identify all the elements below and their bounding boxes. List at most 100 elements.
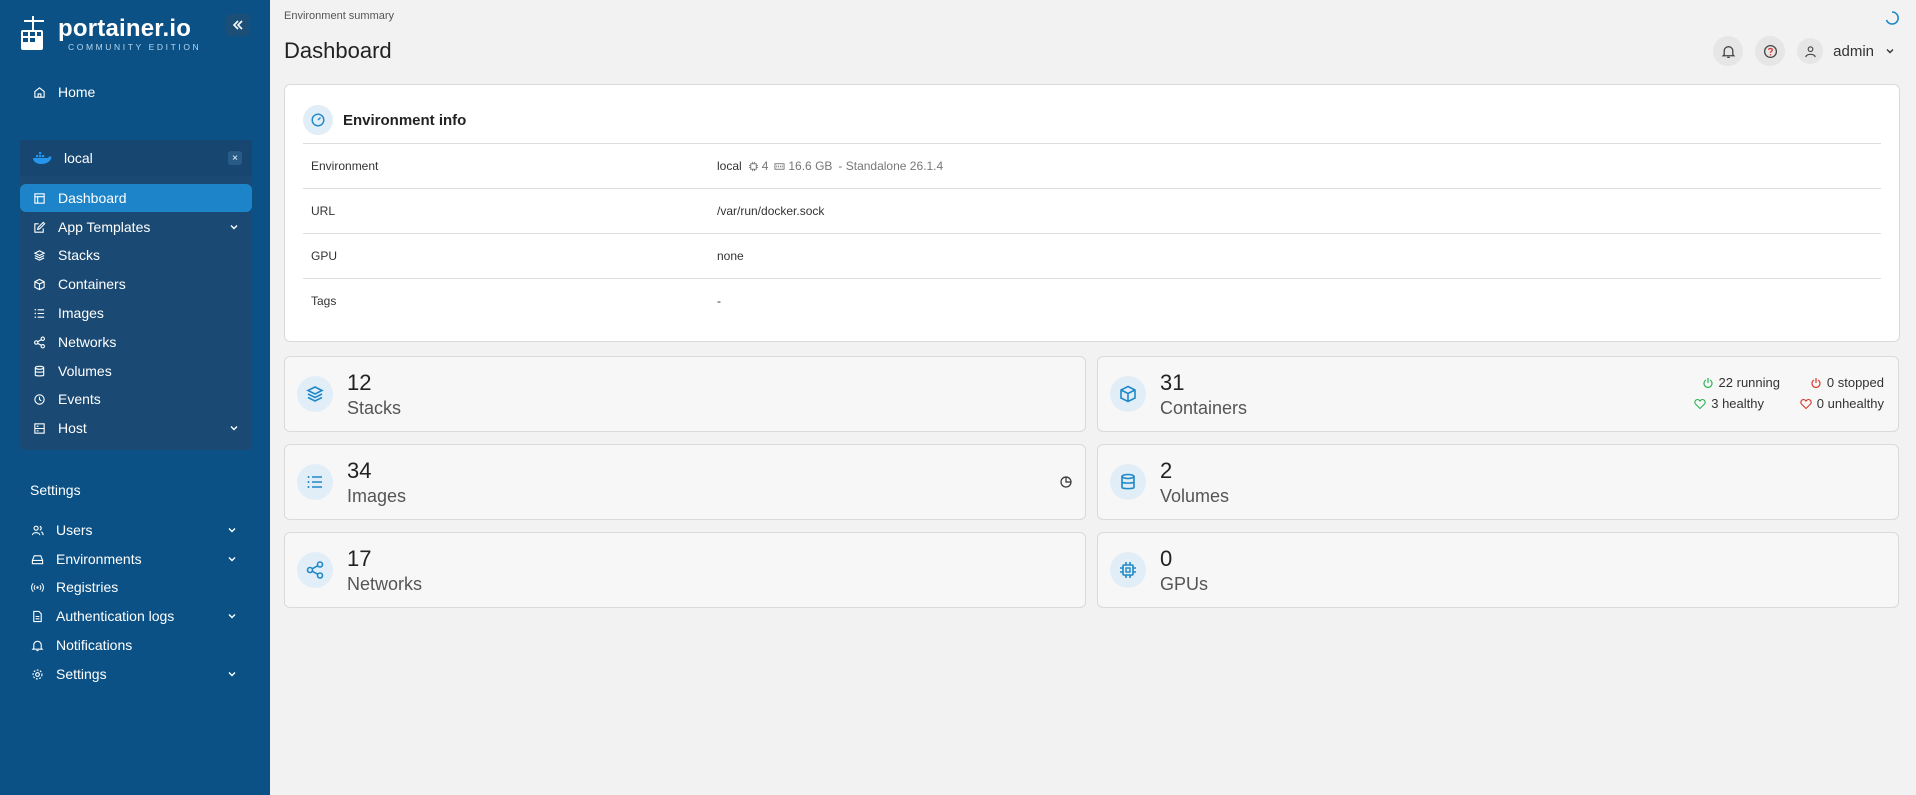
settings-section-title: Settings <box>30 482 81 498</box>
sidebar-item-label: Dashboard <box>58 190 127 206</box>
sidebar-item-label: Events <box>58 391 101 407</box>
sidebar-item-host[interactable]: Host <box>20 414 252 442</box>
double-chevron-left-icon <box>232 20 243 30</box>
logo-subtitle: COMMUNITY EDITION <box>68 41 202 52</box>
sidebar-item-label: Authentication logs <box>56 608 175 624</box>
sidebar-item-environments[interactable]: Environments <box>18 545 250 573</box>
share-icon <box>32 335 46 349</box>
volumes-card[interactable]: 2 Volumes <box>1097 444 1899 520</box>
sidebar-item-label: Stacks <box>58 247 101 263</box>
info-value: /var/run/docker.sock <box>717 204 825 218</box>
sidebar: portainer.io COMMUNITY EDITION Home loca… <box>0 0 270 795</box>
sidebar-item-stacks[interactable]: Stacks <box>20 241 252 269</box>
networks-card[interactable]: 17 Networks <box>284 532 1086 608</box>
portainer-logo[interactable]: portainer.io COMMUNITY EDITION <box>18 14 201 54</box>
database-icon <box>32 364 46 378</box>
username: admin <box>1833 42 1874 60</box>
sidebar-item-volumes[interactable]: Volumes <box>20 357 252 385</box>
memory-info: 16.6 GB <box>774 159 832 173</box>
images-label: Images <box>347 486 407 506</box>
layers-icon <box>32 248 46 262</box>
volumes-count: 2 <box>1160 458 1173 483</box>
gpus-card: 0 GPUs <box>1097 532 1899 608</box>
user-menu[interactable]: admin <box>1797 38 1896 64</box>
pie-chart-icon[interactable] <box>1059 475 1073 489</box>
edit-icon <box>32 220 46 234</box>
sidebar-item-label: Volumes <box>58 363 112 379</box>
sidebar-item-notifications[interactable]: Notifications <box>18 631 250 659</box>
info-value: local 4 16.6 GB - Standalone 26.1.4 <box>717 159 943 173</box>
environment-info-card: Environment info Environment local 4 16.… <box>284 84 1900 342</box>
environment-header: local × <box>20 140 252 176</box>
images-card[interactable]: 34 Images <box>284 444 1086 520</box>
sidebar-item-users[interactable]: Users <box>18 516 250 544</box>
sidebar-item-images[interactable]: Images <box>20 299 252 327</box>
share-icon <box>297 552 333 588</box>
info-row-gpu: GPU none <box>303 233 1881 278</box>
clock-icon <box>32 392 46 406</box>
help-button[interactable] <box>1755 36 1786 66</box>
environment-value: local <box>717 159 742 173</box>
header-actions: admin <box>1701 36 1896 66</box>
stopped-status: 0 stopped <box>1810 375 1884 390</box>
unhealthy-status: 0 unhealthy <box>1800 396 1884 411</box>
gear-icon <box>30 667 44 681</box>
memory-icon <box>774 162 785 170</box>
sidebar-item-label: Images <box>58 305 104 321</box>
containers-label: Containers <box>1160 398 1248 418</box>
chevron-down-icon <box>230 426 238 431</box>
containers-card[interactable]: 31 Containers 22 running 0 stopped 3 hea… <box>1097 356 1899 432</box>
database-icon <box>1110 464 1146 500</box>
close-environment-button[interactable]: × <box>228 151 242 165</box>
containers-count: 31 <box>1160 370 1185 395</box>
stacks-count: 12 <box>347 370 372 395</box>
running-status: 22 running <box>1702 375 1780 390</box>
sidebar-item-networks[interactable]: Networks <box>20 328 252 356</box>
power-icon <box>1702 377 1713 388</box>
layers-icon <box>297 376 333 412</box>
info-row-environment: Environment local 4 16.6 GB - Standalone… <box>303 143 1881 188</box>
sidebar-item-authentication-logs[interactable]: Authentication logs <box>18 602 250 630</box>
chevron-down-icon <box>228 672 236 677</box>
info-row-url: URL /var/run/docker.sock <box>303 188 1881 233</box>
sidebar-item-label: Notifications <box>56 637 133 653</box>
info-row-tags: Tags - <box>303 278 1881 323</box>
info-label: Environment <box>311 159 379 173</box>
sidebar-item-home[interactable]: Home <box>20 78 252 106</box>
page-title: Dashboard <box>284 38 392 63</box>
cpu-icon <box>1110 552 1146 588</box>
logo-title: portainer.io <box>58 14 192 42</box>
sidebar-item-label: Host <box>58 420 87 436</box>
sidebar-item-containers[interactable]: Containers <box>20 270 252 298</box>
hdd-icon <box>30 552 44 566</box>
environment-info-header: Environment info <box>303 105 466 135</box>
sidebar-item-events[interactable]: Events <box>20 385 252 413</box>
sidebar-item-dashboard[interactable]: Dashboard <box>20 184 252 212</box>
sidebar-item-app-templates[interactable]: App Templates <box>20 213 252 241</box>
heart-icon <box>1800 398 1812 409</box>
heart-icon <box>1694 398 1706 409</box>
chevron-down-icon <box>228 528 236 533</box>
power-icon <box>1811 377 1821 388</box>
cpu-icon <box>748 161 758 171</box>
server-icon <box>32 421 46 435</box>
chevron-down-icon <box>228 614 236 619</box>
box-icon <box>1110 376 1146 412</box>
bell-icon <box>30 638 44 652</box>
networks-count: 17 <box>347 546 372 571</box>
notifications-button[interactable] <box>1713 36 1744 66</box>
user-icon <box>1797 38 1824 64</box>
gpus-count: 0 <box>1160 546 1173 571</box>
stacks-card[interactable]: 12 Stacks <box>284 356 1086 432</box>
environment-type: - Standalone 26.1.4 <box>838 159 944 173</box>
info-value: - <box>717 294 721 308</box>
sidebar-item-label: Registries <box>56 579 119 595</box>
users-icon <box>30 523 44 537</box>
gauge-icon <box>303 105 333 135</box>
chevron-down-icon <box>230 225 238 230</box>
sidebar-item-registries[interactable]: Registries <box>18 573 250 601</box>
collapse-sidebar-button[interactable] <box>226 14 250 36</box>
sidebar-item-settings[interactable]: Settings <box>18 660 250 688</box>
box-icon <box>32 277 46 291</box>
help-icon <box>1763 44 1777 58</box>
